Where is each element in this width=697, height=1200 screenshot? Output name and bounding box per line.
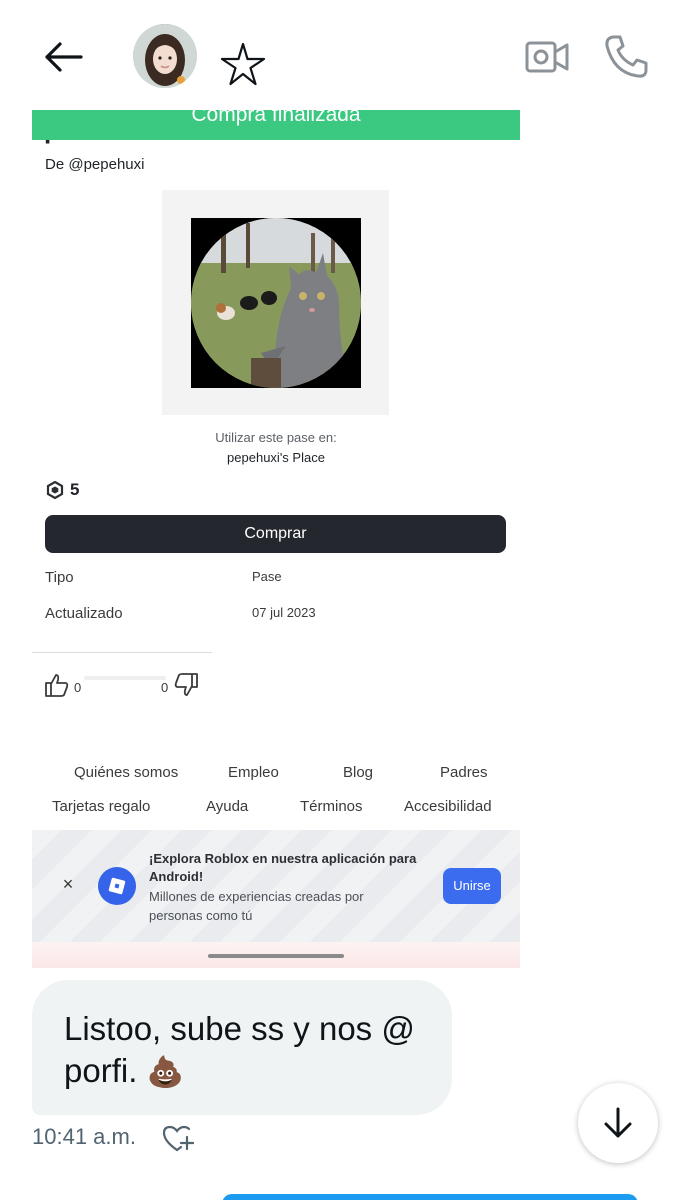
footer-link-jobs[interactable]: Empleo [228,764,279,781]
footer-link-terms[interactable]: Términos [300,798,363,815]
creator-line: De @pepehuxi [45,156,144,173]
message-bubble[interactable]: Listoo, sube ss y nos @ porfi. 💩 [32,980,452,1115]
message-text: Listoo, sube ss y nos @ porfi. 💩 [64,1008,434,1094]
arrow-left-icon [45,42,83,72]
close-icon[interactable]: × [58,874,78,895]
star-outline-icon[interactable] [218,40,268,90]
footer-link-help[interactable]: Ayuda [206,798,248,815]
divider [32,652,212,653]
avatar-photo [133,24,197,88]
footer-link-accessibility[interactable]: Accesibilidad [404,798,492,815]
cat-photo [191,218,361,388]
price-value: 5 [70,480,80,499]
join-button[interactable]: Unirse [443,868,501,904]
home-indicator [208,954,344,958]
footer-link-gift-cards[interactable]: Tarjetas regalo [52,798,150,815]
phone-button[interactable] [602,33,650,81]
updated-label: Actualizado [45,605,123,622]
thumbs-up-icon[interactable] [44,672,70,698]
updated-value: 07 jul 2023 [252,605,316,620]
vote-ratio-bar [84,676,166,680]
item-image-card [162,190,389,415]
video-call-button[interactable] [524,34,570,80]
arrow-down-icon [604,1107,632,1138]
compose-bar[interactable] [222,1194,638,1200]
dislike-count: 0 [161,680,169,695]
purchase-complete-banner: Compra finalizada [32,110,520,140]
back-button[interactable] [40,34,86,80]
heart-plus-icon [162,1125,195,1152]
phone-icon [605,35,648,78]
creator-prefix: De [45,156,65,173]
price: 5 [46,480,79,500]
like-count: 0 [74,680,82,695]
roblox-app-icon [98,867,136,905]
place-link[interactable]: pepehuxi's Place [32,450,520,465]
footer-link-about[interactable]: Quiénes somos [74,764,178,781]
message-time: 10:41 a.m. [32,1124,136,1149]
use-pass-label: Utilizar este pase en: [215,430,337,445]
app-install-banner: × ¡Explora Roblox en nuestra aplicación … [32,830,520,942]
type-label: Tipo [45,569,74,586]
type-value: Pase [252,569,282,584]
item-thumbnail [191,218,361,388]
thumbs-down-icon[interactable] [173,672,199,698]
creator-handle[interactable]: @pepehuxi [68,156,144,173]
app-banner-title: ¡Explora Roblox en nuestra aplicación pa… [149,851,417,884]
footer-link-parents[interactable]: Padres [440,764,488,781]
scroll-to-bottom-button[interactable] [578,1083,658,1163]
avatar[interactable] [133,24,197,88]
app-banner-subtitle: Millones de experiencias creadas por per… [149,889,364,923]
shared-screenshot[interactable]: pase 5 robux Compra finalizada De @pepeh… [32,110,520,968]
poop-emoji-icon: 💩 [146,1056,184,1089]
robux-icon [46,481,64,499]
footer-link-blog[interactable]: Blog [343,764,373,781]
vote-row: 0 0 [44,672,200,702]
buy-button[interactable]: Comprar [45,515,506,553]
add-reaction-button[interactable] [160,1122,195,1156]
video-call-icon [525,41,569,73]
